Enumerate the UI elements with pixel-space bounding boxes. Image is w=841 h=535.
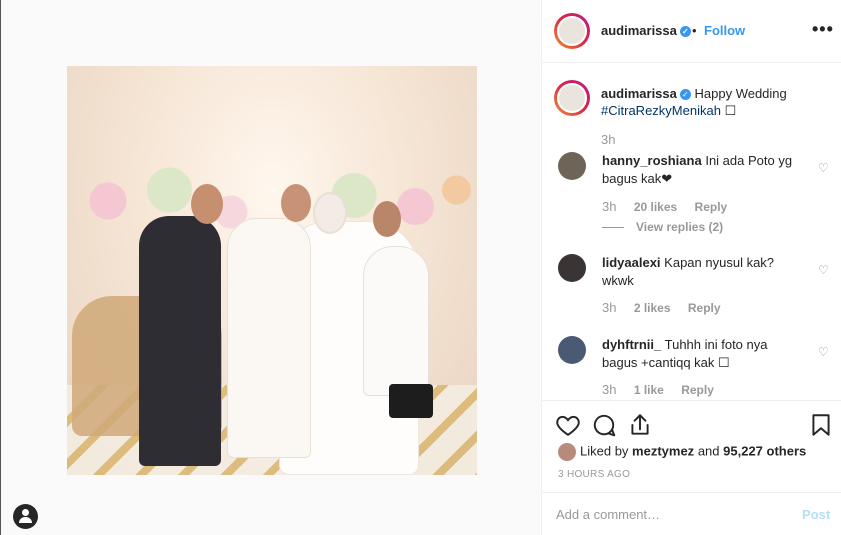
- comment-like-heart-icon[interactable]: ♡: [818, 162, 830, 174]
- comment-time[interactable]: 3h: [602, 382, 616, 397]
- comment-meta: 3h 20 likes Reply: [602, 199, 741, 214]
- caption-username[interactable]: audimarissa: [601, 86, 677, 101]
- caption-avatar[interactable]: [554, 80, 590, 116]
- comment-reply-button[interactable]: Reply: [688, 301, 721, 315]
- heart-icon[interactable]: [555, 412, 581, 438]
- caption-text: audimarissa ✓ Happy Wedding #CitraRezkyMe…: [601, 85, 821, 119]
- author-username-text[interactable]: audimarissa: [601, 23, 677, 38]
- post-timestamp[interactable]: 3 HOURS AGO: [558, 469, 630, 480]
- share-icon[interactable]: [627, 412, 653, 438]
- liked-by-prefix: Liked by: [580, 443, 629, 459]
- comment-text: lidyaalexi Kapan nyusul kak? wkwk: [602, 254, 802, 290]
- comment-like-heart-icon[interactable]: ♡: [818, 264, 830, 276]
- author-avatar[interactable]: [554, 13, 590, 49]
- post-actions: Liked by meztymez and 95,227 others 3 HO…: [542, 400, 841, 492]
- add-comment-bar: Post: [542, 492, 841, 535]
- commenter-avatar[interactable]: [558, 336, 586, 364]
- person-head: [313, 192, 347, 234]
- comment-username[interactable]: dyhftrnii_: [602, 337, 661, 352]
- liked-by-others[interactable]: 95,227 others: [723, 443, 806, 458]
- comment-meta: 3h 1 like Reply: [602, 382, 728, 397]
- post-header: audimarissa ✓ • Follow •••: [542, 0, 841, 63]
- quilted-handbag: [389, 384, 433, 418]
- person-head: [281, 184, 311, 222]
- post-comment-button[interactable]: Post: [802, 507, 830, 522]
- comment-icon[interactable]: [591, 412, 617, 438]
- bookmark-icon[interactable]: [808, 412, 834, 438]
- person-head: [191, 184, 223, 224]
- liked-by-and: and: [697, 443, 720, 459]
- groom-white-suit: [227, 218, 311, 458]
- person-head: [373, 201, 401, 237]
- author-username[interactable]: audimarissa ✓: [601, 23, 691, 38]
- liked-by-user[interactable]: meztymez: [632, 443, 694, 458]
- comment-time[interactable]: 3h: [602, 300, 616, 315]
- comment-time[interactable]: 3h: [602, 199, 616, 214]
- post-sidebar: audimarissa ✓ • Follow ••• audimarissa ✓ H…: [541, 0, 841, 535]
- verified-badge-icon: ✓: [679, 89, 691, 101]
- liker-avatar: [558, 443, 576, 461]
- comment-input[interactable]: [556, 503, 786, 525]
- user-profile-icon[interactable]: [13, 504, 38, 529]
- wedding-photo[interactable]: [67, 66, 477, 475]
- commenter-avatar[interactable]: [558, 254, 586, 282]
- more-options-icon[interactable]: •••: [812, 19, 834, 40]
- comment-likes[interactable]: 20 likes: [634, 200, 677, 214]
- comments-list[interactable]: audimarissa ✓ Happy Wedding #CitraRezkyMe…: [542, 64, 841, 400]
- view-replies-button[interactable]: View replies (2): [602, 220, 723, 234]
- comment-likes[interactable]: 1 like: [634, 383, 664, 397]
- comment-username[interactable]: lidyaalexi: [602, 255, 661, 270]
- comment-reply-button[interactable]: Reply: [695, 200, 728, 214]
- comment-reply-button[interactable]: Reply: [681, 383, 714, 397]
- comment-username[interactable]: hanny_roshiana: [602, 153, 702, 168]
- caption-hashtag[interactable]: #CitraRezkyMenikah: [601, 103, 721, 118]
- woman-white-dress: [363, 246, 429, 396]
- liked-by-summary[interactable]: Liked by meztymez and 95,227 others: [558, 443, 806, 461]
- comment-likes[interactable]: 2 likes: [634, 301, 671, 315]
- post-media-pane: [0, 0, 541, 535]
- verified-badge-icon: ✓: [679, 26, 691, 38]
- comment-like-heart-icon[interactable]: ♡: [818, 346, 830, 358]
- comment-text: dyhftrnii_ Tuhhh ini foto nya bagus +can…: [602, 336, 802, 372]
- caption-emoji: ☐: [724, 103, 737, 118]
- commenter-avatar[interactable]: [558, 152, 586, 180]
- caption-time[interactable]: 3h: [601, 132, 615, 147]
- man-dark-suit: [139, 216, 221, 466]
- comment-meta: 3h 2 likes Reply: [602, 300, 735, 315]
- header-separator: •: [692, 23, 697, 38]
- caption-body: Happy Wedding: [694, 86, 787, 101]
- follow-button[interactable]: Follow: [704, 23, 745, 38]
- comment-text: hanny_roshiana Ini ada Poto yg bagus kak…: [602, 152, 802, 188]
